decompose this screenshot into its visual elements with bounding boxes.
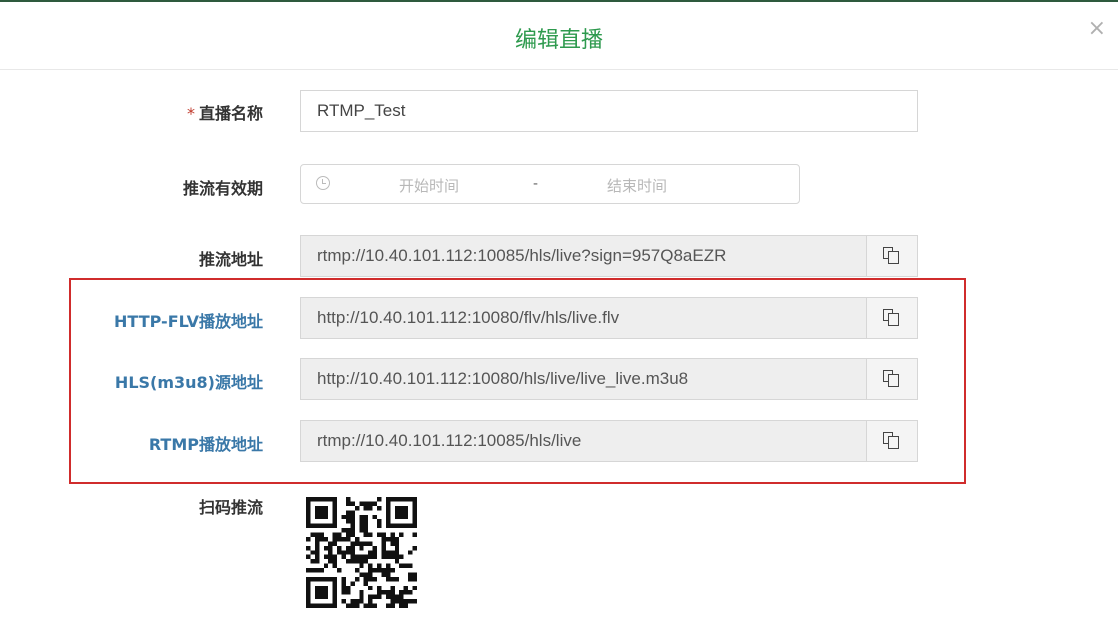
start-time-input[interactable]: 开始时间 bbox=[399, 175, 459, 196]
close-button[interactable]: × bbox=[1088, 18, 1106, 40]
rtmp-url-value[interactable]: rtmp://10.40.101.112:10085/hls/live bbox=[317, 421, 581, 461]
copy-icon bbox=[883, 247, 901, 265]
push-url-value[interactable]: rtmp://10.40.101.112:10085/hls/live?sign… bbox=[317, 236, 726, 276]
required-mark: * bbox=[186, 104, 195, 123]
copy-icon bbox=[883, 309, 901, 327]
range-separator: - bbox=[533, 175, 538, 192]
copy-button[interactable] bbox=[866, 236, 917, 276]
qr-label: 扫码推流 bbox=[198, 498, 263, 517]
copy-button[interactable] bbox=[866, 359, 917, 399]
name-label: * 直播名称 bbox=[187, 100, 263, 124]
name-input[interactable]: RTMP_Test bbox=[300, 90, 918, 132]
hls-url-label: HLS(m3u8)源地址 bbox=[114, 373, 263, 392]
validity-range-picker[interactable]: 开始时间 - 结束时间 bbox=[300, 164, 800, 204]
push-url-label: 推流地址 bbox=[198, 250, 263, 269]
end-time-input[interactable]: 结束时间 bbox=[607, 175, 667, 196]
flv-url-value[interactable]: http://10.40.101.112:10080/flv/hls/live.… bbox=[317, 298, 619, 338]
copy-button[interactable] bbox=[866, 298, 917, 338]
copy-icon bbox=[883, 432, 901, 450]
hls-url-field: http://10.40.101.112:10080/hls/live/live… bbox=[300, 358, 918, 400]
validity-label: 推流有效期 bbox=[182, 179, 263, 198]
hls-url-value[interactable]: http://10.40.101.112:10080/hls/live/live… bbox=[317, 359, 688, 399]
clock-icon bbox=[316, 176, 330, 190]
modal-title: 编辑直播 bbox=[514, 28, 603, 53]
qr-code-image bbox=[306, 497, 417, 608]
modal-header: 编辑直播 × bbox=[0, 0, 1118, 70]
flv-url-field: http://10.40.101.112:10080/flv/hls/live.… bbox=[300, 297, 918, 339]
name-label-text: 直播名称 bbox=[198, 104, 263, 123]
copy-button[interactable] bbox=[866, 421, 917, 461]
rtmp-url-field: rtmp://10.40.101.112:10085/hls/live bbox=[300, 420, 918, 462]
push-url-field: rtmp://10.40.101.112:10085/hls/live?sign… bbox=[300, 235, 918, 277]
flv-url-label: HTTP-FLV播放地址 bbox=[114, 312, 263, 331]
copy-icon bbox=[883, 370, 901, 388]
rtmp-url-label: RTMP播放地址 bbox=[148, 435, 263, 454]
